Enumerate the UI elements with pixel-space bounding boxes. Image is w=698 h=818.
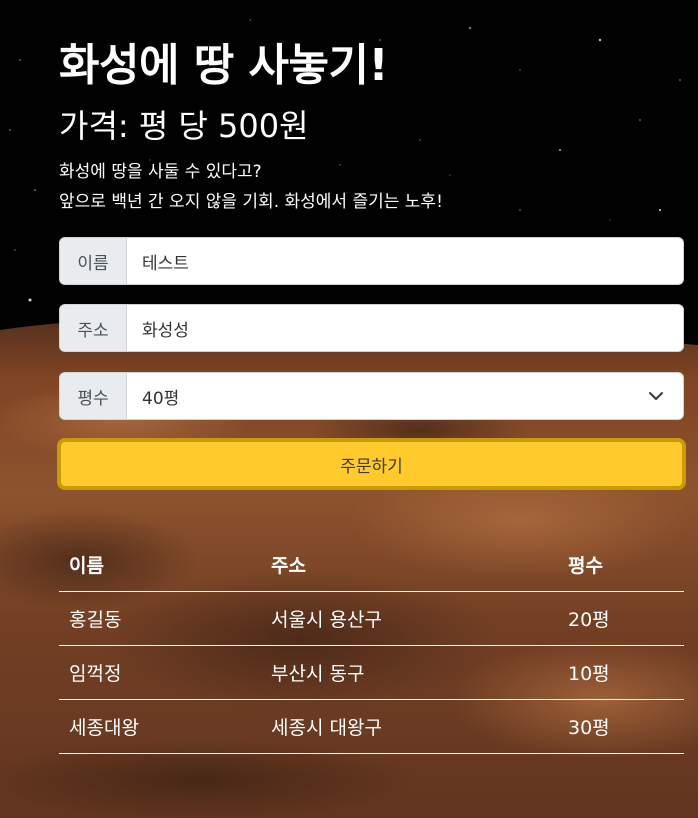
name-label: 이름 (60, 238, 127, 284)
size-select[interactable]: 40평 (127, 373, 683, 419)
size-input-group: 평수 40평 (59, 372, 684, 420)
address-label: 주소 (60, 305, 127, 351)
page-title: 화성에 땅 사놓기! (59, 40, 389, 91)
orders-table: 이름 주소 평수 홍길동 서울시 용산구 20평 임꺽정 부산시 동구 10평 … (59, 537, 684, 754)
table-cell-size: 20평 (568, 609, 610, 631)
table-cell-size: 10평 (568, 663, 610, 685)
table-cell-address: 세종시 대왕구 (271, 717, 382, 739)
chevron-down-icon (649, 392, 663, 400)
description-line-2: 앞으로 백년 간 오지 않을 기회. 화성에서 즐기는 노후! (59, 192, 443, 212)
column-header-address: 주소 (271, 554, 306, 577)
description-line-1: 화성에 땅을 사둘 수 있다고? (59, 162, 262, 182)
name-input-group: 이름 테스트 (59, 237, 684, 285)
address-input[interactable]: 화성성 (127, 305, 683, 351)
column-header-name: 이름 (69, 554, 104, 577)
table-cell-address: 서울시 용산구 (271, 609, 382, 631)
table-header-row: 이름 주소 평수 (59, 537, 684, 592)
table-cell-address: 부산시 동구 (271, 663, 365, 685)
column-header-size: 평수 (568, 554, 603, 577)
table-row: 홍길동 서울시 용산구 20평 (59, 592, 684, 646)
table-cell-name: 임꺽정 (69, 663, 122, 685)
address-input-group: 주소 화성성 (59, 304, 684, 352)
name-input[interactable]: 테스트 (127, 238, 683, 284)
table-cell-name: 홍길동 (69, 609, 122, 631)
table-cell-size: 30평 (568, 717, 610, 739)
order-button[interactable]: 주문하기 (57, 438, 686, 490)
table-row: 임꺽정 부산시 동구 10평 (59, 646, 684, 700)
size-label: 평수 (60, 373, 127, 419)
table-cell-name: 세종대왕 (69, 717, 139, 739)
price-text: 가격: 평 당 500원 (59, 107, 309, 145)
table-row: 세종대왕 세종시 대왕구 30평 (59, 700, 684, 754)
size-selected-value: 40평 (142, 388, 180, 409)
